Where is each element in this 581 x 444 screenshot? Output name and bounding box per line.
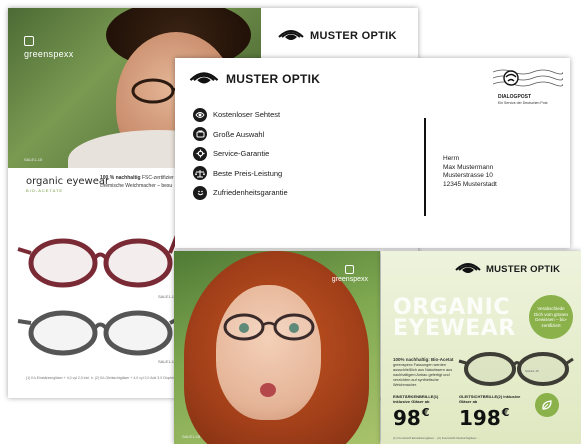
price-2-label: GLEITSICHTBRILLE(2) inklusive Gläser ab [459,394,521,404]
photo-glasses [223,313,315,341]
address-divider [424,118,426,216]
letter-brand-name: MUSTER OPTIK [226,72,321,86]
benefit-item: Kostenloser Sehtest [193,105,288,125]
eye-icon [193,107,207,122]
glasses-case-icon [193,127,207,142]
price-1-label: EINSTÄRKENBRILLE(1) inklusive Gläser ab [393,394,439,404]
mailing-mockup: greenspexx SALE1-15 MUSTER OPTIK organic… [0,0,581,444]
greenspexx-logo: greenspexx [332,265,368,283]
benefit-item: Große Auswahl [193,125,288,145]
promo-brand-name: MUSTER OPTIK [486,263,561,275]
photo-code: SALE1-15 [182,434,201,439]
leaf-badge-icon [535,393,559,417]
organic-eyewear-logo: organic eyewear BIO-ACETATE [26,176,110,193]
promo-frame-image [458,352,574,386]
benefit-item: Beste Preis-Leistung [193,164,288,184]
photo-code: SALE1-15 [24,157,43,162]
price-1: 98€ [393,406,430,430]
benefit-item: Zufriedenheitsgarantie [193,183,288,203]
promo-fineprint: (1) Kunststoff-Einstärkengläser... (2) K… [393,436,480,440]
muster-optik-eye-icon [189,72,219,84]
promo-flyer: MUSTER OPTIK ORGANIC EYEWEAR Verabschied… [381,251,581,444]
back-brand-header: MUSTER OPTIK [278,28,397,44]
letter-sheet: MUSTER OPTIK Kostenloser Sehtest Große A… [175,58,570,248]
muster-optik-eye-icon [455,263,481,273]
benefit-list: Kostenloser Sehtest Große Auswahl Servic… [193,105,288,203]
postage-stamp: DIALOGPOST Ein Service der Deutschen Pos… [492,64,564,124]
scale-icon [193,166,207,181]
promo-brand-header: MUSTER OPTIK [455,261,560,277]
price-2: 198€ [459,406,510,430]
greenspexx-mark-icon [24,36,34,46]
frame-red-image [17,232,180,288]
muster-optik-eye-icon [278,30,304,40]
promo-copy: 100% nachhaltig: Bio-Acetat greenspexx F… [393,357,454,387]
letter-brand-header: MUSTER OPTIK [189,70,320,88]
promo-model-code: SALE1-15 [525,369,539,373]
back-brand-name: MUSTER OPTIK [310,30,397,42]
frame-grey-image [17,310,181,356]
promo-headline: ORGANIC EYEWEAR [393,295,516,341]
photo-mouth [260,383,276,397]
benefit-item: Service-Garantie [193,144,288,164]
smile-icon [193,185,207,200]
woman-photo: greenspexx SALE1-15 [174,251,380,444]
recipient-address: Herrn Max Mustermann Musterstrasse 10 12… [443,155,497,188]
greenspexx-logo: greenspexx [24,36,74,59]
photo-face [216,285,321,420]
wrench-icon [193,146,207,161]
back-fineprint: (1) Kö-Einstärkengläser + 4,0 cyl 2,0 in… [26,376,178,380]
post-horn-icon [492,69,564,87]
promo-bubble: Verabschiede Dich vom grünen Gewissen – … [529,295,573,339]
greenspexx-mark-icon [345,265,355,274]
